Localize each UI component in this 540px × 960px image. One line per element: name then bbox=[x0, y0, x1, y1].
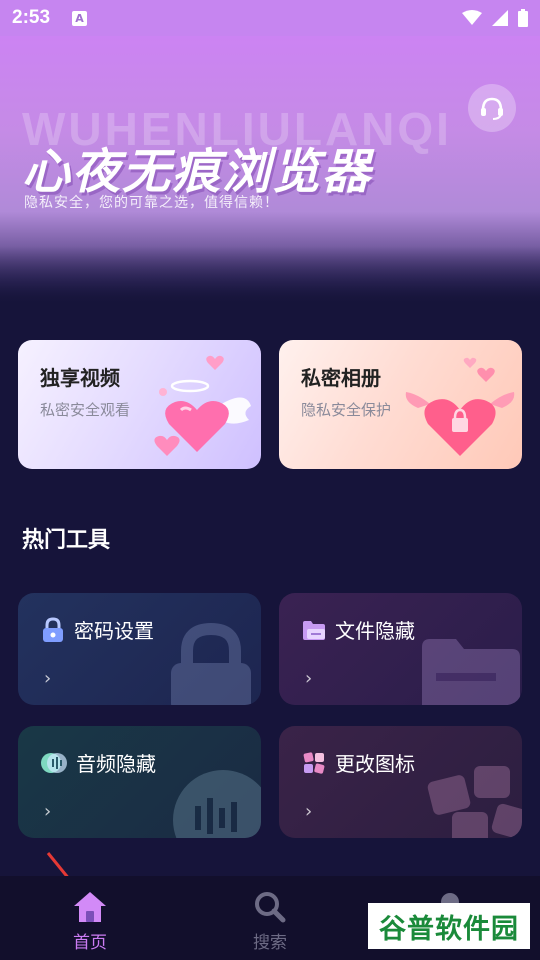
nav-label: 首页 bbox=[73, 933, 107, 953]
nav-home[interactable]: 首页 bbox=[0, 876, 180, 960]
headset-icon bbox=[481, 97, 503, 120]
tool-label: 密码设置 bbox=[74, 619, 154, 643]
folder-decoration-icon bbox=[422, 639, 520, 705]
audio-hide-card[interactable]: 音频隐藏 › bbox=[18, 726, 261, 838]
change-icon-card[interactable]: 更改图标 › bbox=[279, 726, 522, 838]
tool-label: 音频隐藏 bbox=[76, 752, 156, 776]
tool-label: 文件隐藏 bbox=[335, 619, 415, 643]
battery-icon bbox=[518, 9, 528, 27]
grid-decoration-icon bbox=[427, 766, 522, 838]
lock-decoration-icon bbox=[171, 623, 251, 705]
password-settings-card[interactable]: 密码设置 › bbox=[18, 593, 261, 705]
wifi-icon bbox=[462, 10, 482, 25]
tool-label: 更改图标 bbox=[335, 752, 415, 776]
notification-badge-icon: A bbox=[72, 10, 88, 26]
chevron-right-icon: › bbox=[305, 801, 313, 822]
home-icon bbox=[74, 892, 106, 922]
winged-heart-icon bbox=[154, 355, 251, 456]
file-hide-card[interactable]: 文件隐藏 › bbox=[279, 593, 522, 705]
customer-service-button[interactable] bbox=[468, 84, 516, 132]
lock-icon bbox=[43, 616, 63, 642]
nav-search[interactable]: 搜索 bbox=[180, 876, 360, 960]
private-album-card[interactable]: 私密相册 隐私安全保护 bbox=[279, 340, 522, 469]
hot-tools-heading: 热门工具 bbox=[22, 528, 111, 553]
status-time: 2:53 bbox=[12, 7, 51, 28]
audio-icon bbox=[41, 752, 67, 773]
exclusive-video-card[interactable]: 独享视频 私密安全观看 bbox=[18, 340, 261, 469]
hero-banner: WUHENLIULANQI 心夜无痕浏览器 隐私安全，您的可靠之选，值得信赖！ bbox=[0, 36, 540, 306]
audio-decoration-icon bbox=[173, 770, 261, 838]
status-bar: 2:53 A bbox=[0, 0, 540, 36]
chevron-right-icon: › bbox=[44, 801, 52, 822]
signal-icon bbox=[492, 10, 508, 26]
locked-heart-icon bbox=[405, 357, 515, 456]
app-slogan: 隐私安全，您的可靠之选，值得信赖！ bbox=[24, 195, 279, 211]
folder-icon bbox=[303, 620, 325, 640]
chevron-right-icon: › bbox=[44, 668, 52, 689]
nav-label: 搜索 bbox=[253, 933, 287, 953]
search-icon bbox=[255, 892, 286, 923]
grid-icon bbox=[303, 751, 325, 774]
status-icons bbox=[462, 9, 528, 27]
chevron-right-icon: › bbox=[305, 668, 313, 689]
site-watermark: 谷普软件园 bbox=[368, 903, 530, 949]
